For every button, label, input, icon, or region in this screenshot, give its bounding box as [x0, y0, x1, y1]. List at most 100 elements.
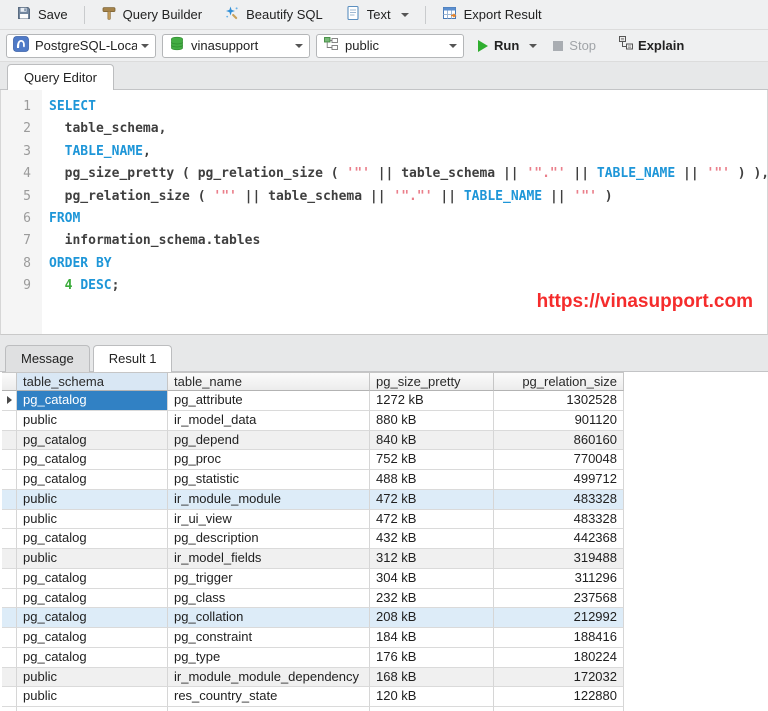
grid-cell[interactable]: public: [17, 489, 168, 510]
chevron-down-icon[interactable]: [529, 43, 538, 48]
stop-button[interactable]: Stop: [553, 38, 596, 53]
query-builder-button[interactable]: Query Builder: [91, 1, 212, 28]
table-row[interactable]: public res_country_state 120 kB 122880: [2, 687, 624, 707]
save-button[interactable]: Save: [6, 1, 78, 28]
row-gutter-cell[interactable]: [2, 647, 17, 668]
grid-cell[interactable]: 172032: [494, 667, 624, 688]
table-row[interactable]: pg_catalog pg_description 432 kB 442368: [2, 529, 624, 549]
grid-cell[interactable]: pg_catalog: [17, 450, 168, 470]
grid-cell[interactable]: pg_constraint: [168, 628, 370, 648]
grid-cell[interactable]: pg_catalog: [17, 470, 168, 490]
grid-cell[interactable]: 188416: [494, 628, 624, 648]
column-header-pg_size_pretty[interactable]: pg_size_pretty: [370, 372, 494, 391]
grid-cell[interactable]: 483328: [494, 489, 624, 510]
explain-button[interactable]: Explain: [618, 35, 684, 56]
row-gutter-cell[interactable]: [2, 489, 17, 510]
table-row[interactable]: public ir_model_fields 312 kB 319488: [2, 549, 624, 569]
grid-cell[interactable]: ir_module_module_dependency: [168, 667, 370, 688]
grid-cell[interactable]: pg_collation: [168, 608, 370, 628]
grid-cell[interactable]: 432 kB: [370, 529, 494, 549]
grid-cell[interactable]: 237568: [494, 588, 624, 609]
grid-cell[interactable]: 1272 kB: [370, 391, 494, 411]
grid-cell[interactable]: 770048: [494, 450, 624, 470]
row-gutter-cell[interactable]: [2, 410, 17, 431]
grid-cell[interactable]: pg_catalog: [17, 628, 168, 648]
grid-cell[interactable]: pg_catalog: [17, 647, 168, 668]
table-row[interactable]: pg_catalog pg_type 176 kB 180224: [2, 647, 624, 668]
row-gutter-cell[interactable]: [2, 430, 17, 451]
table-row[interactable]: public ir_ui_view 472 kB 483328: [2, 509, 624, 530]
row-gutter-cell[interactable]: [2, 588, 17, 609]
grid-cell[interactable]: pg_description: [168, 529, 370, 549]
grid-cell[interactable]: 880 kB: [370, 410, 494, 431]
table-row[interactable]: public ir_module_module_dependency 168 kB 1…: [2, 667, 624, 688]
database-select[interactable]: vinasupport: [162, 33, 310, 58]
grid-cell[interactable]: ir_module_module: [168, 489, 370, 510]
grid-cell[interactable]: pg_catalog: [17, 568, 168, 589]
grid-cell[interactable]: pg_catalog: [17, 529, 168, 549]
tab-message[interactable]: Message: [5, 345, 90, 372]
grid-cell[interactable]: 472 kB: [370, 489, 494, 510]
export-result-button[interactable]: Export Result: [432, 1, 552, 28]
grid-cell[interactable]: 212992: [494, 608, 624, 628]
grid-cell[interactable]: pg_type: [168, 647, 370, 668]
grid-cell[interactable]: 472 kB: [370, 509, 494, 530]
row-gutter-cell[interactable]: [2, 608, 17, 628]
grid-cell[interactable]: 442368: [494, 529, 624, 549]
grid-cell[interactable]: 488 kB: [370, 470, 494, 490]
table-row[interactable]: pg_catalog pg_attribute 1272 kB 1302528: [2, 391, 624, 411]
row-gutter-cell[interactable]: [2, 450, 17, 470]
table-row[interactable]: pg_catalog pg_constraint 184 kB 188416: [2, 628, 624, 648]
grid-cell[interactable]: pg_catalog: [17, 588, 168, 609]
grid-cell[interactable]: 184 kB: [370, 628, 494, 648]
row-gutter-cell[interactable]: [2, 470, 17, 490]
table-row[interactable]: pg_catalog pg_collation 208 kB 212992: [2, 608, 624, 628]
grid-cell[interactable]: 860160: [494, 430, 624, 451]
column-header-pg_relation_size[interactable]: pg_relation_size: [494, 372, 624, 391]
grid-cell[interactable]: 319488: [494, 549, 624, 569]
row-gutter-cell[interactable]: [2, 529, 17, 549]
grid-cell[interactable]: 312 kB: [370, 549, 494, 569]
grid-cell[interactable]: 304 kB: [370, 568, 494, 589]
column-header-table_schema[interactable]: table_schema: [17, 372, 168, 391]
grid-cell[interactable]: public: [17, 410, 168, 431]
grid-cell[interactable]: ir_model_data: [168, 410, 370, 431]
run-button[interactable]: Run: [478, 38, 538, 53]
row-gutter-cell[interactable]: [2, 628, 17, 648]
row-gutter-cell[interactable]: [2, 667, 17, 688]
grid-cell[interactable]: pg_attribute: [168, 391, 370, 411]
table-row[interactable]: public ir_module_module 472 kB 483328: [2, 489, 624, 510]
grid-cell[interactable]: 208 kB: [370, 608, 494, 628]
table-row[interactable]: public ir_model_data 880 kB 901120: [2, 410, 624, 431]
tab-query-editor[interactable]: Query Editor: [7, 64, 114, 90]
grid-cell[interactable]: public: [17, 667, 168, 688]
chevron-down-icon[interactable]: [400, 12, 409, 17]
table-row[interactable]: pg_catalog pg_proc 752 kB 770048: [2, 450, 624, 470]
grid-cell[interactable]: public: [17, 509, 168, 530]
grid-cell[interactable]: public: [17, 687, 168, 707]
grid-cell[interactable]: public: [17, 549, 168, 569]
grid-cell[interactable]: 901120: [494, 410, 624, 431]
row-gutter-cell[interactable]: [2, 687, 17, 707]
grid-cell[interactable]: 232 kB: [370, 588, 494, 609]
table-row[interactable]: pg_catalog pg_class 232 kB 237568: [2, 588, 624, 609]
sql-editor[interactable]: 1 2 3 4 5 6 7 8 9 SELECT table_schema, TABLE_NAM…: [0, 90, 768, 335]
grid-cell[interactable]: 483328: [494, 509, 624, 530]
grid-cell[interactable]: 168 kB: [370, 667, 494, 688]
grid-cell[interactable]: 752 kB: [370, 450, 494, 470]
grid-cell[interactable]: pg_catalog: [17, 391, 168, 411]
grid-cell[interactable]: 311296: [494, 568, 624, 589]
grid-corner-cell[interactable]: [2, 372, 17, 391]
row-gutter-cell[interactable]: [2, 549, 17, 569]
grid-cell[interactable]: 1302528: [494, 391, 624, 411]
grid-cell[interactable]: 176 kB: [370, 647, 494, 668]
row-gutter-cell[interactable]: [2, 391, 17, 411]
grid-cell[interactable]: 840 kB: [370, 430, 494, 451]
grid-cell[interactable]: ir_ui_view: [168, 509, 370, 530]
grid-cell[interactable]: res_country_state: [168, 687, 370, 707]
grid-cell[interactable]: pg_proc: [168, 450, 370, 470]
grid-cell[interactable]: pg_catalog: [17, 608, 168, 628]
table-row[interactable]: pg_catalog pg_depend 840 kB 860160: [2, 430, 624, 451]
grid-cell[interactable]: pg_statistic: [168, 470, 370, 490]
text-format-button[interactable]: Text: [335, 1, 419, 28]
